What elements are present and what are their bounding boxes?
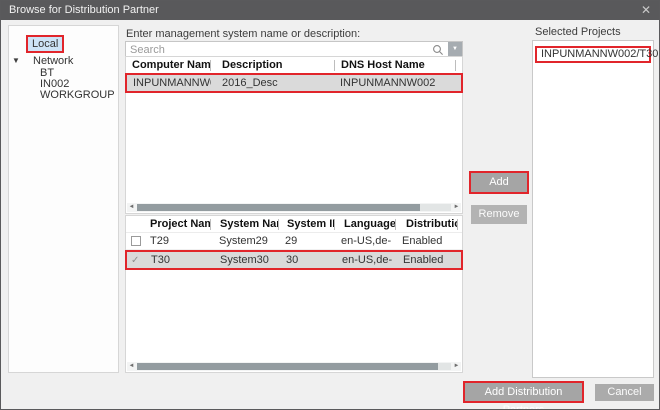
tree-item-workgroup[interactable]: WORKGROUP [40,90,115,101]
cell-distribution: Enabled [392,235,453,247]
cell-system-name: System30 [211,254,278,266]
selected-projects-label: Selected Projects [535,26,621,38]
column-header-system-name[interactable]: System Name [211,218,278,230]
computer-row-selected[interactable]: INPUNMANNW002 2016_Desc INPUNMANNW002 [125,73,463,93]
dropdown-icon: ▼ [452,46,458,52]
remove-button[interactable]: Remove [471,205,527,224]
cell-languages: en-US,de-DE [332,235,392,247]
project-row-t30-selected[interactable]: ✓ T30 System30 30 en-US,de-DE Enabled [125,250,463,270]
cell-system-id: 30 [278,254,333,266]
close-icon[interactable]: ✕ [641,1,651,20]
scroll-thumb[interactable] [137,363,438,370]
projects-hscrollbar[interactable]: ◄ ► [127,362,461,371]
column-header-dns-host-name[interactable]: DNS Host Name [335,59,455,71]
chevron-down-icon[interactable]: ▼ [12,56,20,65]
add-button[interactable]: Add [469,171,529,194]
scroll-left-icon[interactable]: ◄ [127,203,136,212]
cell-description: 2016_Desc [211,77,334,89]
cell-languages: en-US,de-DE [333,254,393,266]
search-icon [432,44,444,56]
add-distribution-partners-button[interactable]: Add Distribution Partners [463,381,584,403]
titlebar: Browse for Distribution Partner ✕ [1,1,659,20]
column-header-languages[interactable]: Languages [335,218,395,230]
cell-distribution: Enabled [393,254,454,266]
search-dropdown-button[interactable]: ▼ [448,42,462,57]
column-header-computer-name[interactable]: Computer Name [126,59,210,71]
browse-distribution-partner-dialog: Browse for Distribution Partner ✕ Local … [0,0,660,410]
computers-table-header: Computer Name Description DNS Host Name [126,57,462,74]
check-icon[interactable]: ✓ [131,255,139,266]
scroll-thumb[interactable] [137,204,420,211]
column-header-system-id[interactable]: System ID [279,218,334,230]
search-input[interactable] [126,42,426,57]
network-tree-panel: Local ▼ Network BT IN002 WORKGROUP [8,25,119,373]
cell-computer-name: INPUNMANNW002 [127,77,211,89]
dialog-title: Browse for Distribution Partner [9,4,159,16]
cancel-button[interactable]: Cancel [595,384,654,401]
cell-system-name: System29 [210,235,277,247]
row-checkbox-unchecked[interactable] [131,236,141,246]
cell-dns-host-name: INPUNMANNW002 [334,77,454,89]
tree-item-local[interactable]: Local [26,35,64,53]
scroll-right-icon[interactable]: ► [452,362,461,371]
column-header-description[interactable]: Description [211,59,334,71]
selected-project-item[interactable]: INPUNMANNW002/T30 [535,46,651,63]
computers-hscrollbar[interactable]: ◄ ► [127,203,461,212]
cell-project-name: T29 [146,235,210,247]
computers-table: Computer Name Description DNS Host Name … [125,56,463,214]
management-system-label: Enter management system name or descript… [126,28,360,40]
selected-projects-list: INPUNMANNW002/T30 [532,40,654,378]
tree-item-network[interactable]: Network [33,55,73,67]
scroll-left-icon[interactable]: ◄ [127,362,136,371]
cell-project-name: T30 [147,254,211,266]
column-header-distribution[interactable]: Distribution [396,218,457,230]
project-row-t29[interactable]: T29 System29 29 en-US,de-DE Enabled [126,233,462,250]
scroll-right-icon[interactable]: ► [452,203,461,212]
column-header-project-name[interactable]: Project Name [146,218,210,230]
cell-system-id: 29 [277,235,332,247]
projects-table-header: Project Name System Name System ID Langu… [126,216,462,233]
projects-table: Project Name System Name System ID Langu… [125,215,463,373]
